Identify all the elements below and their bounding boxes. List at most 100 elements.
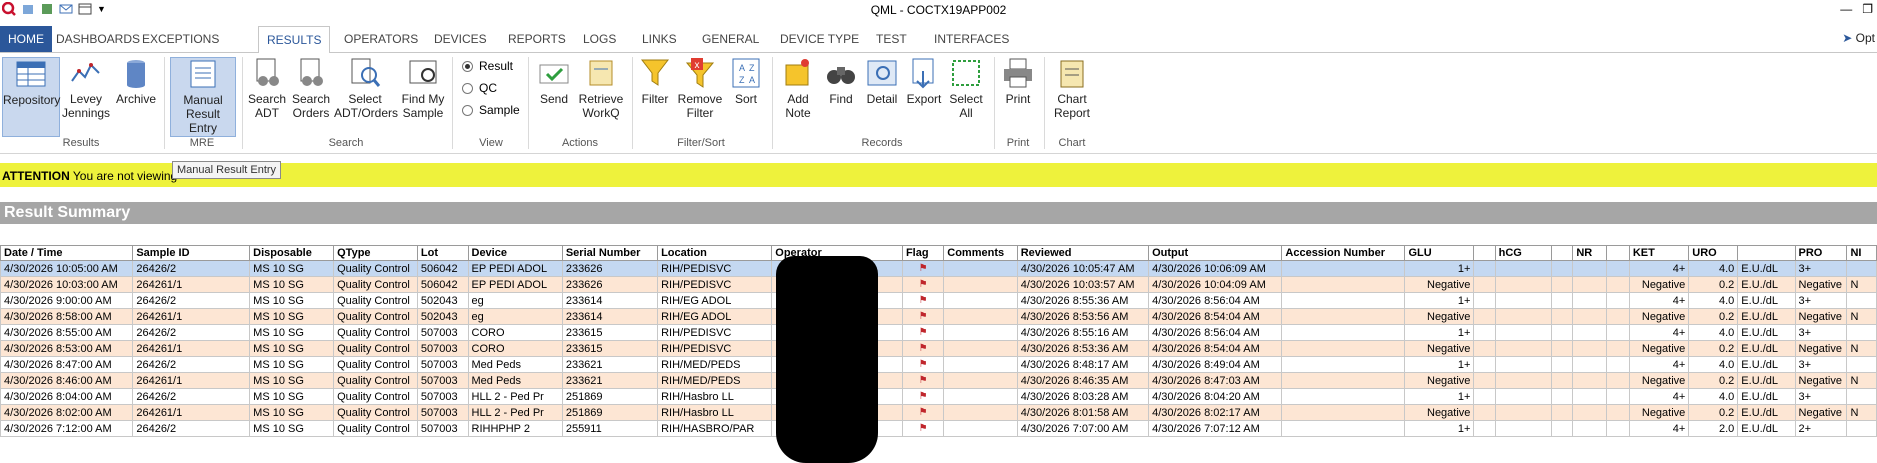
column-header[interactable]: Disposable bbox=[249, 245, 335, 261]
archive-button[interactable]: Archive bbox=[112, 57, 160, 106]
table-cell: 502043 bbox=[416, 308, 469, 325]
column-header[interactable]: Lot bbox=[416, 245, 469, 261]
table-cell bbox=[1605, 308, 1630, 325]
table-cell bbox=[1605, 356, 1630, 373]
table-cell: 507003 bbox=[416, 420, 469, 437]
table-cell bbox=[1551, 388, 1574, 405]
remove-filter-button[interactable]: x Remove Filter bbox=[676, 57, 724, 120]
levey-jennings-button[interactable]: Levey Jennings bbox=[60, 57, 112, 120]
svg-text:Z: Z bbox=[739, 75, 745, 85]
select-all-button[interactable]: Select All bbox=[946, 57, 986, 120]
view-radio-result[interactable]: Result bbox=[462, 59, 513, 73]
column-header[interactable]: Reviewed bbox=[1016, 245, 1150, 261]
find-button[interactable]: Find bbox=[822, 57, 860, 106]
table-row[interactable]: 4/30/2026 9:00:00 AM 26426/2 MS 10 SG Quali… bbox=[0, 292, 1877, 309]
column-header[interactable]: Device bbox=[467, 245, 563, 261]
column-header[interactable]: Serial Number bbox=[561, 245, 659, 261]
table-cell: MS 10 SG bbox=[249, 292, 335, 309]
minimize-icon[interactable]: — bbox=[1840, 2, 1852, 16]
view-radio-qc[interactable]: QC bbox=[462, 81, 497, 95]
column-header[interactable] bbox=[1473, 245, 1496, 261]
search-orders-label: Search Orders bbox=[291, 92, 331, 120]
column-header[interactable] bbox=[1737, 245, 1796, 261]
retrieve-workq-button[interactable]: Retrieve WorkQ bbox=[576, 57, 626, 120]
filter-button[interactable]: Filter bbox=[636, 57, 674, 106]
search-adt-button[interactable]: Search ADT bbox=[246, 57, 288, 120]
tab-exceptions[interactable]: EXCEPTIONS bbox=[134, 28, 227, 50]
table-row[interactable]: 4/30/2026 10:05:00 AM 26426/2 MS 10 SG Qual… bbox=[0, 260, 1877, 277]
tab-logs[interactable]: LOGS bbox=[575, 28, 624, 50]
column-header[interactable]: GLU bbox=[1404, 245, 1475, 261]
add-note-button[interactable]: Add Note bbox=[776, 57, 820, 120]
table-cell bbox=[1605, 276, 1630, 293]
tab-devices[interactable]: DEVICES bbox=[426, 28, 495, 50]
column-header[interactable] bbox=[1551, 245, 1574, 261]
column-header[interactable]: NI bbox=[1846, 245, 1877, 261]
select-all-label: Select All bbox=[949, 92, 983, 120]
table-cell: 507003 bbox=[416, 324, 469, 341]
tab-interfaces[interactable]: INTERFACES bbox=[926, 28, 1017, 50]
table-cell: Negative bbox=[1404, 404, 1475, 421]
tab-results[interactable]: RESULTS bbox=[258, 26, 331, 54]
table-cell: E.U./dL bbox=[1737, 276, 1796, 293]
column-header[interactable]: NR bbox=[1572, 245, 1607, 261]
radio-selected-icon bbox=[462, 60, 473, 72]
select-adt-orders-icon bbox=[347, 57, 381, 89]
column-header[interactable]: QType bbox=[333, 245, 418, 261]
column-header[interactable]: Comments bbox=[943, 245, 1018, 261]
tab-links[interactable]: LINKS bbox=[634, 28, 685, 50]
table-row[interactable]: 4/30/2026 8:53:00 AM 264261/1 MS 10 SG Qual… bbox=[0, 340, 1877, 357]
column-header[interactable]: Location bbox=[657, 245, 773, 261]
table-cell bbox=[1551, 356, 1574, 373]
column-header[interactable]: Output bbox=[1148, 245, 1283, 261]
select-adt-orders-button[interactable]: Select ADT/Orders bbox=[334, 57, 398, 120]
table-row[interactable]: 4/30/2026 7:12:00 AM 26426/2 MS 10 SG Quali… bbox=[0, 420, 1877, 437]
column-header[interactable]: URO bbox=[1688, 245, 1739, 261]
send-button[interactable]: Send bbox=[536, 57, 572, 106]
view-radio-sample[interactable]: Sample bbox=[462, 103, 520, 117]
table-row[interactable]: 4/30/2026 8:02:00 AM 264261/1 MS 10 SG Qual… bbox=[0, 404, 1877, 421]
table-cell: 4/30/2026 8:56:04 AM bbox=[1148, 292, 1283, 309]
table-row[interactable]: 4/30/2026 8:47:00 AM 26426/2 MS 10 SG Quali… bbox=[0, 356, 1877, 373]
restore-icon[interactable]: ❐ bbox=[1862, 2, 1873, 16]
tab-test[interactable]: TEST bbox=[868, 28, 915, 50]
chart-report-button[interactable]: Chart Report bbox=[1050, 57, 1094, 120]
sort-button[interactable]: AZZA Sort bbox=[728, 57, 764, 106]
column-header[interactable]: Accession Number bbox=[1281, 245, 1406, 261]
table-row[interactable]: 4/30/2026 10:03:00 AM 264261/1 MS 10 SG Qua… bbox=[0, 276, 1877, 293]
table-row[interactable]: 4/30/2026 8:55:00 AM 26426/2 MS 10 SG Quali… bbox=[0, 324, 1877, 341]
detail-button[interactable]: Detail bbox=[862, 57, 902, 106]
levey-jennings-label: Levey Jennings bbox=[62, 92, 111, 120]
tab-device-type[interactable]: DEVICE TYPE bbox=[772, 28, 867, 50]
tab-operators[interactable]: OPERATORS bbox=[336, 28, 426, 50]
table-row[interactable]: 4/30/2026 8:58:00 AM 264261/1 MS 10 SG Qual… bbox=[0, 308, 1877, 325]
send-label: Send bbox=[539, 92, 569, 106]
tab-general[interactable]: GENERAL bbox=[694, 28, 767, 50]
column-header[interactable]: Sample ID bbox=[132, 245, 251, 261]
column-header[interactable] bbox=[1605, 245, 1630, 261]
manual-result-entry-button[interactable]: Manual Result Entry bbox=[170, 57, 236, 137]
tab-home[interactable]: HOME bbox=[0, 26, 52, 52]
table-row[interactable]: 4/30/2026 8:04:00 AM 26426/2 MS 10 SG Quali… bbox=[0, 388, 1877, 405]
repository-button[interactable]: Repository bbox=[2, 57, 60, 137]
column-header[interactable]: hCG bbox=[1494, 245, 1553, 261]
table-cell bbox=[1846, 292, 1877, 309]
print-button[interactable]: Print bbox=[998, 57, 1038, 106]
table-row[interactable]: 4/30/2026 8:46:00 AM 264261/1 MS 10 SG Qual… bbox=[0, 372, 1877, 389]
export-button[interactable]: Export bbox=[904, 57, 944, 106]
table-cell bbox=[1846, 420, 1877, 437]
column-header[interactable]: KET bbox=[1628, 245, 1690, 261]
column-header[interactable]: Flag bbox=[901, 245, 945, 261]
table-cell: 4.0 bbox=[1688, 388, 1739, 405]
options-menu[interactable]: ➤ Opt bbox=[1842, 31, 1875, 45]
remove-filter-label: Remove Filter bbox=[677, 92, 723, 120]
tab-reports[interactable]: REPORTS bbox=[500, 28, 574, 50]
column-header[interactable]: Date / Time bbox=[0, 245, 134, 261]
table-cell: 1+ bbox=[1404, 324, 1475, 341]
svg-text:A: A bbox=[739, 63, 745, 73]
retrieve-workq-icon bbox=[584, 57, 618, 89]
column-header[interactable]: PRO bbox=[1794, 245, 1848, 261]
detail-label: Detail bbox=[866, 92, 898, 106]
find-my-sample-button[interactable]: Find My Sample bbox=[398, 57, 448, 120]
search-orders-button[interactable]: Search Orders bbox=[290, 57, 332, 120]
